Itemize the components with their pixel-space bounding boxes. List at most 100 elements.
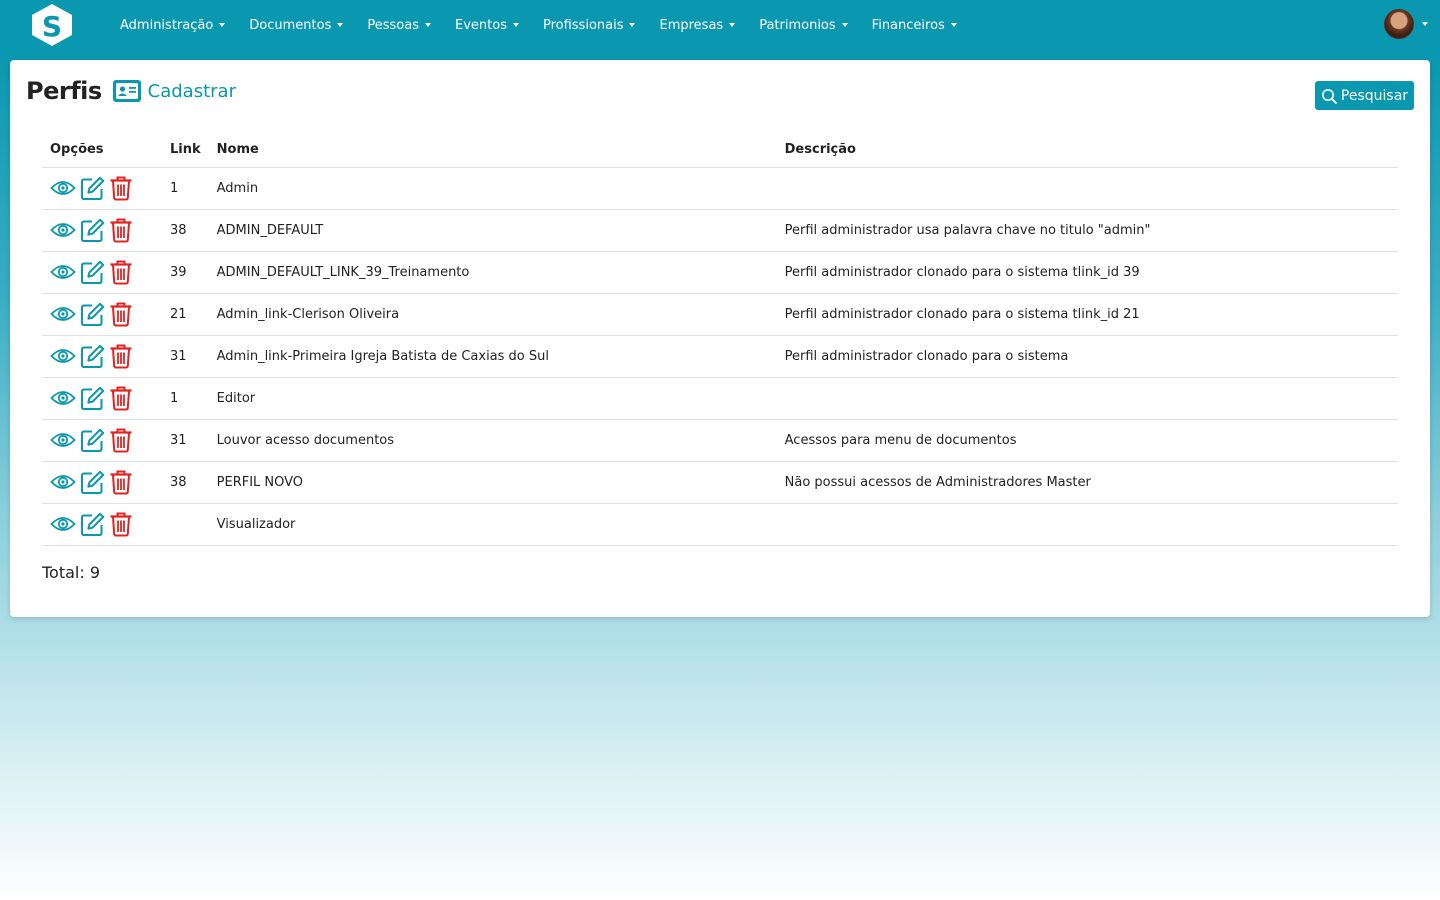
row-name: ADMIN_DEFAULT_LINK_39_Treinamento [208, 251, 777, 294]
search-icon [1321, 88, 1337, 104]
row-name: ADMIN_DEFAULT [208, 209, 777, 252]
header-link[interactable]: Link [162, 133, 209, 168]
table-row: 1 Admin [42, 167, 1398, 210]
row-link [162, 503, 209, 546]
edit-icon[interactable] [80, 386, 105, 411]
trash-icon[interactable] [109, 302, 133, 327]
row-options [42, 167, 162, 210]
nav-item-patrimonios[interactable]: Patrimonios [751, 18, 855, 33]
id-card-icon [112, 80, 141, 102]
chevron-down-icon [425, 23, 431, 27]
eye-icon[interactable] [50, 513, 76, 535]
nav-item-financeiros[interactable]: Financeiros [864, 18, 965, 33]
row-name: Admin [208, 167, 777, 210]
table-row: 1 Editor [42, 377, 1398, 420]
nav-item-empresas[interactable]: Empresas [651, 18, 743, 33]
row-description [776, 167, 1398, 210]
table-row: 39 ADMIN_DEFAULT_LINK_39_Treinamento Per… [42, 251, 1398, 294]
nav-item-profissionais[interactable]: Profissionais [535, 18, 644, 33]
header-description[interactable]: Descrição [776, 133, 1398, 168]
row-options [42, 251, 162, 294]
edit-icon[interactable] [80, 176, 105, 201]
chevron-down-icon [841, 23, 848, 27]
row-link: 1 [162, 377, 209, 420]
create-button[interactable]: Cadastrar [112, 79, 236, 103]
chevron-down-icon [337, 23, 344, 27]
row-options [42, 461, 162, 504]
nav-item-administracao[interactable]: Administração [112, 18, 233, 33]
nav-item-label: Pessoas [367, 17, 419, 33]
eye-icon[interactable] [50, 261, 76, 283]
edit-icon[interactable] [80, 302, 105, 327]
row-name: Visualizador [208, 503, 777, 546]
eye-icon[interactable] [50, 387, 76, 409]
row-options [42, 419, 162, 462]
svg-text:S: S [42, 10, 62, 43]
eye-icon[interactable] [50, 345, 76, 367]
row-options [42, 377, 162, 420]
nav-item-label: Profissionais [542, 17, 624, 33]
nav-item-label: Patrimonios [759, 17, 836, 33]
row-description: Não possui acessos de Administradores Ma… [776, 461, 1398, 504]
table-row: 31 Louvor acesso documentos Acessos para… [42, 419, 1398, 462]
table-row: 38 PERFIL NOVO Não possui acessos de Adm… [42, 461, 1398, 504]
nav-item-pessoas[interactable]: Pessoas [359, 18, 439, 33]
chevron-down-icon [950, 23, 957, 27]
trash-icon[interactable] [109, 428, 133, 453]
nav-item-eventos[interactable]: Eventos [447, 18, 527, 33]
table-row: 38 ADMIN_DEFAULT Perfil administrador us… [42, 209, 1398, 252]
row-options [42, 503, 162, 546]
nav-item-label: Financeiros [871, 17, 945, 33]
main-menu: Administração Documentos Pessoas Eventos… [112, 0, 973, 50]
row-link: 39 [162, 251, 209, 294]
eye-icon[interactable] [50, 177, 76, 199]
trash-icon[interactable] [109, 218, 133, 243]
eye-icon[interactable] [50, 303, 76, 325]
app-logo[interactable]: S [29, 3, 75, 47]
row-description: Acessos para menu de documentos [776, 419, 1398, 462]
search-button[interactable]: Pesquisar [1315, 81, 1414, 110]
page-title: Perfis [26, 77, 102, 105]
eye-icon[interactable] [50, 471, 76, 493]
trash-icon[interactable] [109, 176, 133, 201]
page-header: Perfis Cadastrar [26, 76, 236, 106]
create-button-label: Cadastrar [147, 80, 236, 102]
row-description: Perfil administrador clonado para o sist… [776, 293, 1398, 336]
trash-icon[interactable] [109, 260, 133, 285]
row-link: 31 [162, 419, 209, 462]
edit-icon[interactable] [80, 218, 105, 243]
eye-icon[interactable] [50, 429, 76, 451]
table-row: Visualizador [42, 503, 1398, 546]
avatar[interactable] [1384, 9, 1414, 39]
row-link: 21 [162, 293, 209, 336]
row-description: Perfil administrador clonado para o sist… [776, 251, 1398, 294]
row-link: 31 [162, 335, 209, 378]
nav-item-label: Administração [120, 17, 214, 33]
trash-icon[interactable] [109, 344, 133, 369]
edit-icon[interactable] [80, 428, 105, 453]
row-options [42, 209, 162, 252]
row-options [42, 293, 162, 336]
chevron-down-icon [629, 23, 636, 27]
chevron-down-icon [1422, 22, 1428, 26]
eye-icon[interactable] [50, 219, 76, 241]
table-row: 21 Admin_link-Clerison Oliveira Perfil a… [42, 293, 1398, 336]
row-name: Editor [208, 377, 777, 420]
row-description: Perfil administrador clonado para o sist… [776, 335, 1398, 378]
edit-icon[interactable] [80, 344, 105, 369]
chevron-down-icon [729, 23, 736, 27]
row-name: Admin_link-Clerison Oliveira [208, 293, 777, 336]
edit-icon[interactable] [80, 260, 105, 285]
header-options[interactable]: Opções [42, 133, 162, 168]
edit-icon[interactable] [80, 512, 105, 537]
chevron-down-icon [512, 23, 519, 27]
trash-icon[interactable] [109, 470, 133, 495]
top-navbar: S Administração Documentos Pessoas Event… [0, 0, 1440, 50]
edit-icon[interactable] [80, 470, 105, 495]
header-name[interactable]: Nome [208, 133, 777, 168]
user-menu[interactable] [1384, 9, 1428, 39]
trash-icon[interactable] [109, 386, 133, 411]
chevron-down-icon [219, 23, 226, 27]
trash-icon[interactable] [109, 512, 133, 537]
nav-item-documentos[interactable]: Documentos [241, 18, 351, 33]
